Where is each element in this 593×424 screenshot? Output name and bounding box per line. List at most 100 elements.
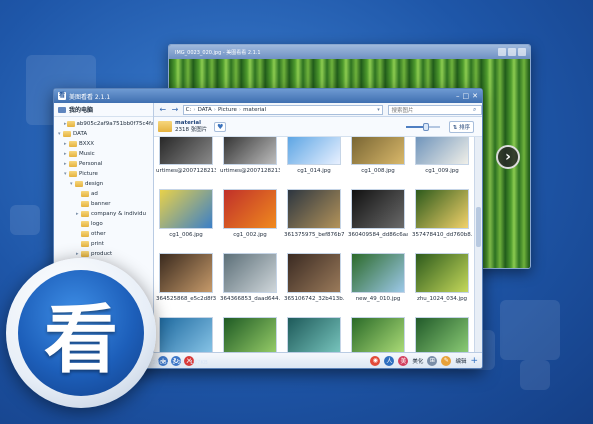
thumbnail-item[interactable]: cg1_006.jpg: [156, 189, 216, 244]
folder-tree-item[interactable]: ▸ Personal: [54, 159, 153, 169]
thumbnail-caption: cg1_002.jpg: [233, 232, 267, 238]
thumbnail-image[interactable]: [159, 137, 213, 165]
folder-icon: [69, 171, 77, 177]
folder-icon: [81, 251, 89, 257]
search-icon[interactable]: ⌕: [473, 106, 481, 114]
thumbnail-item[interactable]: 364525868_e5c2d8f3...: [156, 253, 216, 308]
thumbnail-image[interactable]: [415, 253, 469, 293]
beautify-label[interactable]: 美化: [412, 357, 423, 365]
edit-label[interactable]: 编辑: [455, 357, 466, 365]
thumbnail-item[interactable]: 360409584_dd86c6aa...: [348, 189, 408, 244]
thumbnail-image[interactable]: [159, 317, 213, 352]
slider-knob[interactable]: [423, 122, 430, 131]
folder-icon: [63, 131, 71, 137]
weibo-share-icon[interactable]: ◉: [370, 355, 381, 366]
thumbnail-image[interactable]: [287, 189, 341, 229]
share-icon[interactable]: 人: [384, 355, 395, 366]
thumbnail-image[interactable]: [415, 317, 469, 352]
folder-tree-item[interactable]: banner: [54, 199, 153, 209]
thumbnail-item[interactable]: 364366853_daad644...: [220, 253, 280, 308]
folder-tree-item[interactable]: ▾ DATA: [54, 129, 153, 139]
thumbnail-image[interactable]: [287, 317, 341, 352]
thumbnail-image[interactable]: [223, 189, 277, 229]
folder-tree-item[interactable]: ▸ BXXX: [54, 139, 153, 149]
folder-tree-item[interactable]: ▾ Picture: [54, 169, 153, 179]
folder-tree-item[interactable]: ad: [54, 189, 153, 199]
close-button[interactable]: ✕: [472, 92, 478, 100]
folder-tree-item[interactable]: other: [54, 229, 153, 239]
minimize-button[interactable]: –: [456, 92, 460, 100]
folder-tree-item[interactable]: logo: [54, 219, 153, 229]
search-placeholder: 搜索图片: [391, 107, 414, 114]
window-title: 美图看看 2.1.1: [69, 93, 111, 101]
viewer-minimize-button[interactable]: [498, 48, 506, 56]
thumbnail-image[interactable]: [287, 253, 341, 293]
thumbnail-item[interactable]: cg1_002.jpg: [220, 189, 280, 244]
viewer-titlebar: IMG_0023_020.jpg - 美图看看 2.1.1: [169, 45, 530, 59]
thumbnail-item[interactable]: urtimes@2007128213...: [156, 137, 216, 180]
search-input[interactable]: 搜索图片 ⌕: [388, 104, 482, 115]
viewer-maximize-button[interactable]: [508, 48, 516, 56]
thumbnail-item[interactable]: 357478410_dd760b8...: [412, 189, 472, 244]
viewer-close-button[interactable]: [518, 48, 526, 56]
thumbnail-image[interactable]: [159, 189, 213, 229]
folder-tree-item[interactable]: ▸ Music: [54, 149, 153, 159]
forward-button[interactable]: →: [170, 105, 179, 115]
folder-tree-item[interactable]: ▸ company & individu: [54, 209, 153, 219]
thumbnail-image[interactable]: [159, 253, 213, 293]
thumbnail-image[interactable]: [415, 137, 469, 165]
thumbnail-item[interactable]: [220, 317, 280, 352]
thumbnail-item[interactable]: cg1_014.jpg: [284, 137, 344, 180]
folder-tree-item[interactable]: ▸ ab905c2af9a751bb0f75c4fa: [54, 119, 153, 129]
breadcrumb-material[interactable]: material: [243, 107, 266, 113]
thumbnail-item[interactable]: urtimes@2007128213...: [220, 137, 280, 180]
thumbnail-item[interactable]: cg1_008.jpg: [348, 137, 408, 180]
back-button[interactable]: ←: [158, 105, 167, 115]
thumbnail-item[interactable]: [348, 317, 408, 352]
address-bar[interactable]: C: › DATA › Picture › material ▾: [182, 104, 384, 115]
thumbnail-item[interactable]: new_49_010.jpg: [348, 253, 408, 308]
folder-icon: [81, 221, 89, 227]
thumbnail-item[interactable]: [156, 317, 216, 352]
thumbnail-image[interactable]: [223, 317, 277, 352]
chevron-down-icon[interactable]: ▾: [374, 107, 382, 113]
favorite-button[interactable]: ♥: [214, 121, 227, 132]
folder-tree-label: design: [85, 181, 104, 187]
folder-tree-item[interactable]: ▾ design: [54, 179, 153, 189]
thumbnail-image[interactable]: [287, 137, 341, 165]
content-pane: ← → C: › DATA › Picture › material ▾ 搜索图…: [154, 103, 482, 352]
beautify-icon[interactable]: 美: [398, 355, 409, 366]
folder-tree-item[interactable]: ▸ product: [54, 249, 153, 259]
breadcrumb-data[interactable]: DATA: [198, 107, 212, 113]
thumbnail-item[interactable]: cg1_009.jpg: [412, 137, 472, 180]
add-more-button[interactable]: +: [470, 356, 478, 366]
thumbnail-item[interactable]: 361375975_bef876b7...: [284, 189, 344, 244]
scrollbar-thumb[interactable]: [476, 207, 481, 247]
thumbnail-image[interactable]: [351, 253, 405, 293]
breadcrumb-drive[interactable]: C:: [186, 107, 192, 113]
thumbnail-image[interactable]: [351, 317, 405, 352]
thumbnail-item[interactable]: 365106742_32b413b...: [284, 253, 344, 308]
thumbnail-size-slider[interactable]: [405, 122, 440, 131]
thumbnail-image[interactable]: [415, 189, 469, 229]
folder-tree-label: other: [91, 231, 106, 237]
folder-tree-item[interactable]: print: [54, 239, 153, 249]
next-image-button[interactable]: ›: [496, 145, 520, 169]
maximize-button[interactable]: □: [463, 92, 470, 100]
sort-button[interactable]: ⇅ 排序: [448, 120, 474, 133]
thumbnail-image[interactable]: [351, 137, 405, 165]
sort-label: 排序: [458, 124, 470, 131]
thumbnail-item[interactable]: [412, 317, 472, 352]
thumbnail-item[interactable]: [284, 317, 344, 352]
thumbnail-caption: urtimes@2007128213...: [220, 168, 280, 174]
puzzle-icon[interactable]: ⊞: [427, 355, 438, 366]
thumbnail-image[interactable]: [223, 253, 277, 293]
my-computer-node[interactable]: 我的电脑: [54, 103, 153, 117]
folder-icon: [69, 141, 77, 147]
edit-icon[interactable]: ✎: [441, 355, 452, 366]
vertical-scrollbar[interactable]: [474, 137, 482, 352]
breadcrumb-picture[interactable]: Picture: [218, 107, 237, 113]
thumbnail-image[interactable]: [223, 137, 277, 165]
thumbnail-image[interactable]: [351, 189, 405, 229]
thumbnail-item[interactable]: zhu_1024_034.jpg: [412, 253, 472, 308]
